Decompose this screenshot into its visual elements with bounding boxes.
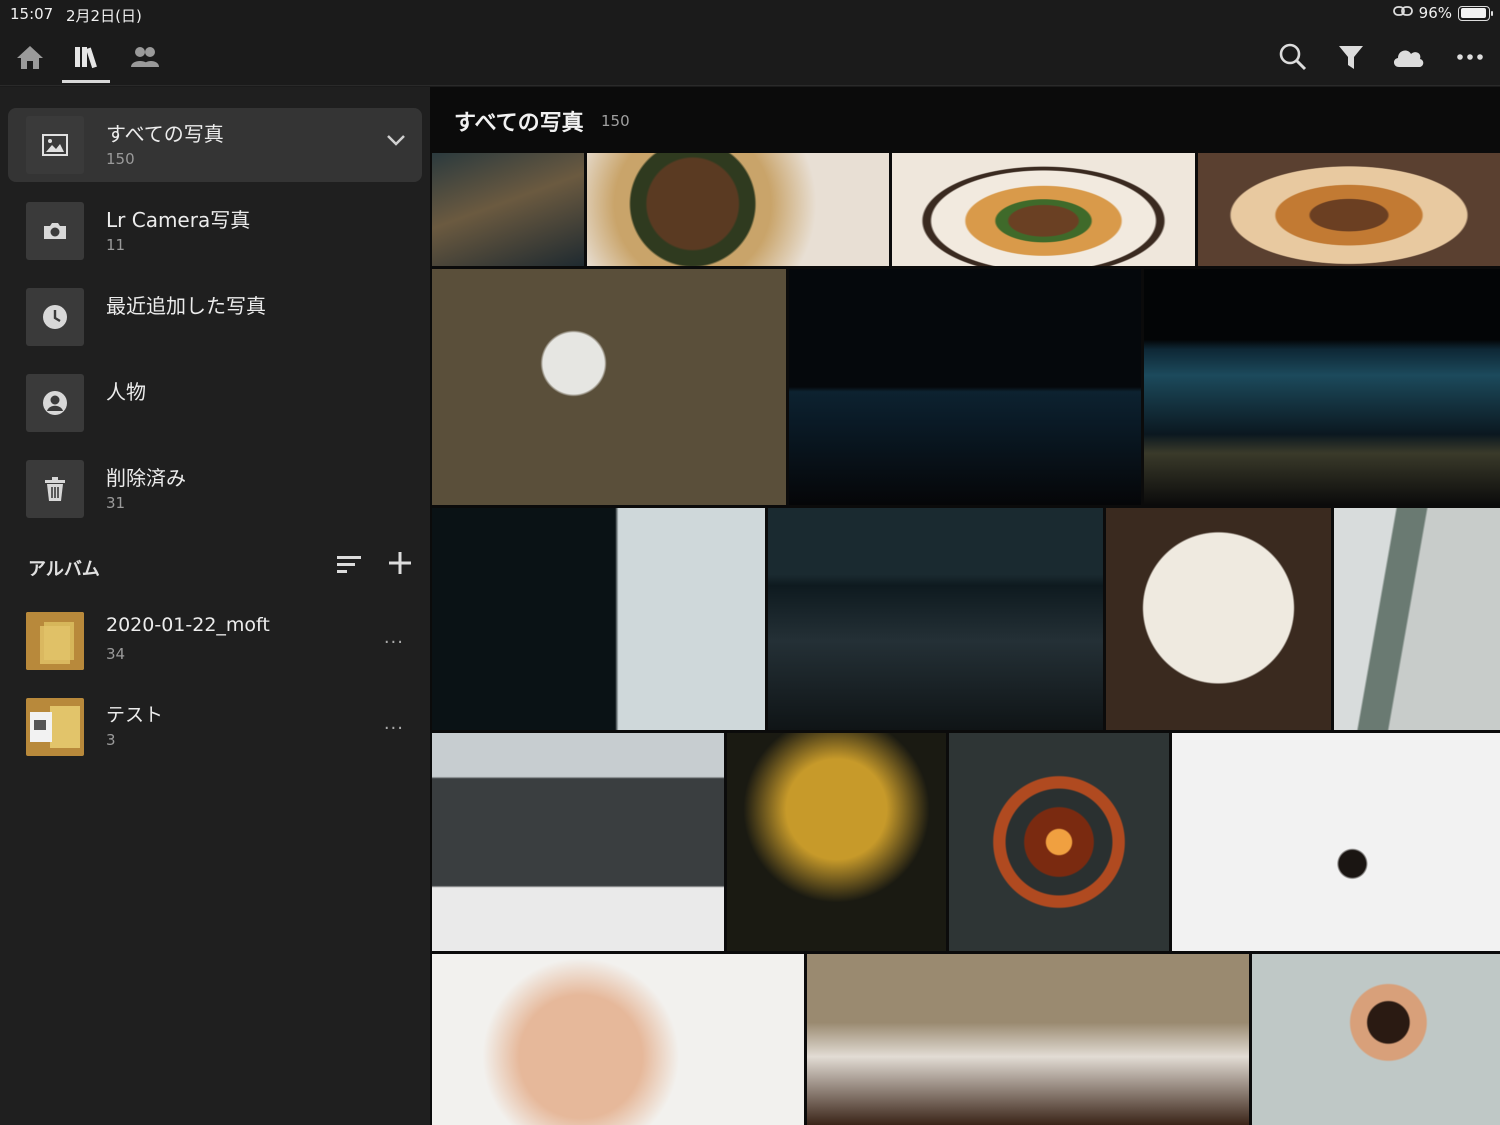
people-icon[interactable] — [128, 40, 162, 74]
sidebar-item-label: 人物 — [106, 380, 146, 404]
photo-thumbnail[interactable] — [432, 508, 765, 730]
photo-thumbnail[interactable] — [789, 269, 1141, 505]
photo-thumbnail[interactable] — [1334, 508, 1500, 730]
camera-icon — [26, 202, 84, 260]
add-album-icon[interactable] — [388, 551, 412, 579]
photo-thumbnail[interactable] — [807, 954, 1249, 1125]
library-tab-indicator — [62, 80, 110, 83]
sidebar-item-lr-camera[interactable]: Lr Camera写真 11 — [8, 194, 422, 268]
albums-header: アルバム — [28, 559, 100, 580]
photo-thumbnail[interactable] — [432, 153, 584, 266]
photo-thumbnail[interactable] — [727, 733, 946, 951]
sidebar-item-people[interactable]: 人物 — [8, 366, 422, 440]
photo-thumbnail[interactable] — [768, 508, 1103, 730]
search-icon[interactable] — [1276, 40, 1310, 74]
status-time: 15:07 — [10, 5, 54, 23]
library-icon[interactable] — [69, 40, 103, 74]
clock-icon — [26, 288, 84, 346]
sidebar-item-label: すべての写真 — [106, 122, 224, 146]
album-item-test[interactable]: テスト 3 ··· — [8, 698, 422, 768]
sidebar-item-label: Lr Camera写真 — [106, 208, 251, 232]
album-more-icon[interactable]: ··· — [384, 718, 404, 739]
album-count: 34 — [106, 645, 126, 663]
photo-count: 150 — [601, 112, 630, 130]
person-icon — [26, 374, 84, 432]
battery-percent: 96% — [1418, 4, 1452, 22]
status-right: 96% — [1392, 4, 1493, 22]
photo-thumbnail[interactable] — [1106, 508, 1331, 730]
sidebar-item-all-photos[interactable]: すべての写真 150 — [8, 108, 422, 182]
photo-icon — [26, 116, 84, 174]
sidebar-item-count: 31 — [106, 494, 126, 512]
photo-thumbnail[interactable] — [1198, 153, 1500, 266]
sidebar-item-count: 150 — [106, 150, 135, 168]
sidebar-item-recent[interactable]: 最近追加した写真 — [8, 280, 422, 354]
photo-thumbnail[interactable] — [1144, 269, 1500, 505]
album-more-icon[interactable]: ··· — [384, 632, 404, 653]
album-count: 3 — [106, 731, 116, 749]
album-title: テスト — [106, 704, 164, 726]
status-bar: 15:07 2月2日(日) 96% — [0, 0, 1500, 28]
sidebar: すべての写真 150 Lr Camera写真 11 最近追加した写真 人物 削除… — [0, 87, 430, 1125]
link-icon — [1392, 4, 1413, 22]
album-item-moft[interactable]: 2020-01-22_moft 34 ··· — [8, 612, 422, 682]
photo-thumbnail[interactable] — [1172, 733, 1500, 951]
album-thumbnail — [26, 698, 84, 756]
cloud-icon[interactable] — [1391, 40, 1425, 74]
chevron-down-icon[interactable] — [386, 132, 406, 151]
top-toolbar — [0, 28, 1500, 86]
photo-thumbnail[interactable] — [432, 733, 724, 951]
photo-thumbnail[interactable] — [1252, 954, 1500, 1125]
sidebar-item-label: 削除済み — [106, 466, 186, 490]
sidebar-item-count: 11 — [106, 236, 126, 254]
sidebar-item-deleted[interactable]: 削除済み 31 — [8, 452, 422, 526]
page-title: すべての写真 — [454, 111, 584, 136]
photo-thumbnail[interactable] — [432, 269, 786, 505]
photo-thumbnail[interactable] — [949, 733, 1169, 951]
sort-icon[interactable] — [336, 553, 362, 579]
photo-thumbnail[interactable] — [587, 153, 889, 266]
home-icon[interactable] — [13, 40, 47, 74]
album-title: 2020-01-22_moft — [106, 614, 270, 636]
status-date: 2月2日(日) — [66, 7, 142, 25]
photo-thumbnail[interactable] — [892, 153, 1195, 266]
album-thumbnail — [26, 612, 84, 670]
photo-grid-panel: すべての写真 150 — [430, 87, 1500, 1125]
battery-icon — [1458, 5, 1493, 21]
more-icon[interactable] — [1453, 40, 1487, 74]
sidebar-item-label: 最近追加した写真 — [106, 294, 266, 318]
trash-icon — [26, 460, 84, 518]
filter-icon[interactable] — [1334, 40, 1368, 74]
photo-thumbnail[interactable] — [432, 954, 804, 1125]
